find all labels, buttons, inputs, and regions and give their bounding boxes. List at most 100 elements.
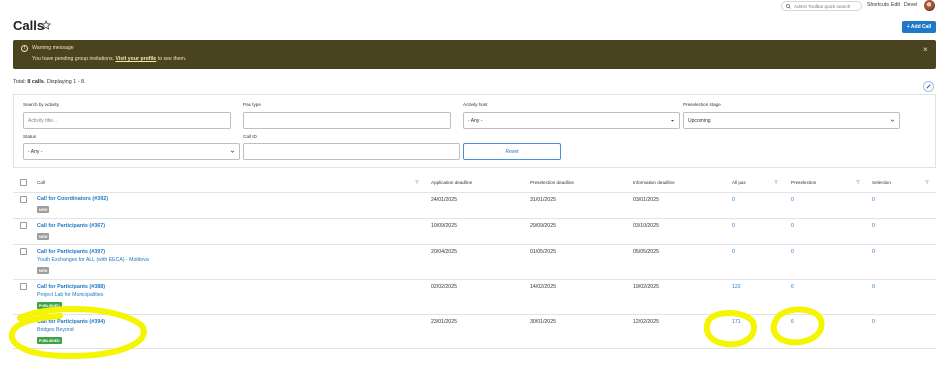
call-id-input[interactable]	[243, 143, 460, 160]
call-id-label: Call ID	[243, 134, 257, 139]
pencil-icon	[926, 84, 931, 89]
chevron-down-icon	[230, 150, 235, 153]
chevron-down-icon	[890, 119, 895, 122]
chevron-down-icon	[671, 120, 674, 122]
call-link[interactable]: Call for Participants (#397)	[37, 249, 105, 255]
activity-link[interactable]: Project Lab for Municipalities	[37, 292, 103, 298]
preselection-count[interactable]: 6	[791, 284, 794, 290]
visit-profile-link[interactable]: Visit your profile	[115, 56, 156, 62]
status-label: Status	[23, 134, 37, 139]
preselection-count[interactable]: 0	[791, 223, 794, 229]
status-value: - Any -	[28, 148, 43, 155]
call-link[interactable]: Call for Participants (#367)	[37, 223, 105, 229]
application-deadline: 10/09/2025	[431, 223, 457, 229]
row-checkbox[interactable]	[20, 196, 27, 203]
status-badge: NEW	[37, 206, 50, 213]
warning-suffix: to see them.	[157, 56, 187, 62]
toolbar-search[interactable]: Admin Toolbar quick search	[781, 1, 862, 11]
application-deadline: 23/01/2025	[431, 319, 457, 325]
activity-link[interactable]: Youth Exchanges for ALL (with EECA) - Mo…	[37, 257, 149, 263]
filter-icon[interactable]	[925, 180, 929, 184]
row-checkbox[interactable]	[20, 283, 27, 290]
call-link[interactable]: Call for Coordinators (#392)	[37, 196, 108, 202]
information-deadline: 12/02/2025	[633, 319, 659, 325]
column-header-all-pax[interactable]: All pax	[732, 180, 746, 185]
all-pax-count[interactable]: 0	[732, 249, 735, 255]
selection-count[interactable]: 0	[872, 197, 875, 203]
warning-icon: !	[21, 45, 28, 52]
row-checkbox[interactable]	[20, 248, 27, 255]
preselection-count[interactable]: 6	[791, 319, 794, 325]
selection-count[interactable]: 0	[872, 284, 875, 290]
preselection-deadline: 14/02/2025	[530, 284, 556, 290]
filter-icon[interactable]	[774, 180, 778, 184]
admin-toolbar: Admin Toolbar quick search Shortcuts Edi…	[0, 0, 945, 12]
application-deadline: 20/04/2025	[431, 249, 457, 255]
filter-panel: Search by activity Activity title... Pax…	[13, 94, 936, 168]
status-badge: PUBLISHED	[37, 337, 62, 344]
preselection-count[interactable]: 0	[791, 249, 794, 255]
all-pax-count[interactable]: 0	[732, 223, 735, 229]
pax-type-input[interactable]	[243, 112, 451, 129]
all-pax-count[interactable]: 0	[732, 197, 735, 203]
edit-view-button[interactable]	[923, 81, 934, 92]
selection-count[interactable]: 0	[872, 223, 875, 229]
preselection-stage-label: Preselection stage	[683, 102, 721, 107]
row-checkbox[interactable]	[20, 318, 27, 325]
application-deadline: 02/02/2025	[431, 284, 457, 290]
warning-title: Warning message	[32, 45, 74, 51]
activity-host-label: Activity host	[463, 102, 488, 107]
divider	[13, 314, 936, 315]
divider	[13, 244, 936, 245]
activity-search-input[interactable]: Activity title...	[23, 112, 231, 129]
column-header-selection[interactable]: Selection	[872, 180, 891, 185]
results-summary: Total: 8 calls. Displaying 1 - 8.	[13, 79, 86, 85]
select-all-checkbox[interactable]	[20, 179, 27, 186]
warning-prefix: You have pending group invitations.	[32, 56, 115, 62]
avatar[interactable]	[924, 0, 935, 11]
call-link[interactable]: Call for Participants (#394)	[37, 319, 105, 325]
information-deadline: 05/05/2025	[633, 249, 659, 255]
search-icon	[786, 3, 791, 9]
divider	[13, 218, 936, 219]
activity-host-select[interactable]: - Any -	[463, 112, 680, 129]
all-pax-count[interactable]: 122	[732, 284, 741, 290]
divider	[13, 279, 936, 280]
all-pax-count[interactable]: 171	[732, 319, 741, 325]
divider	[13, 348, 936, 349]
column-header-application-deadline[interactable]: Application deadline	[431, 180, 472, 185]
column-header-call[interactable]: Call	[37, 180, 45, 185]
column-header-information-deadline[interactable]: Information deadline	[633, 180, 675, 185]
status-badge: NEW	[37, 233, 50, 240]
status-select[interactable]: - Any -	[23, 143, 240, 160]
divider	[13, 192, 936, 193]
activity-link[interactable]: Bridges Beyond	[37, 327, 74, 333]
activity-host-value: - Any -	[468, 117, 483, 124]
filter-icon[interactable]	[856, 180, 860, 184]
information-deadline: 03/10/2025	[633, 223, 659, 229]
information-deadline: 03/01/2025	[633, 197, 659, 203]
total-label: Total:	[13, 79, 26, 85]
preselection-stage-select[interactable]: Upcoming	[683, 112, 900, 129]
preselection-stage-value: Upcoming	[688, 117, 711, 124]
application-deadline: 24/01/2025	[431, 197, 457, 203]
pax-type-label: Pax type	[243, 102, 261, 107]
toolbar-edit-link[interactable]: Edit	[891, 2, 900, 8]
preselection-deadline: 29/09/2025	[530, 223, 556, 229]
selection-count[interactable]: 0	[872, 319, 875, 325]
row-checkbox[interactable]	[20, 222, 27, 229]
column-header-preselection[interactable]: Preselection	[791, 180, 816, 185]
selection-count[interactable]: 0	[872, 249, 875, 255]
call-link[interactable]: Call for Participants (#388)	[37, 284, 105, 290]
add-call-button[interactable]: + Add Call	[902, 21, 936, 33]
close-icon[interactable]: ×	[923, 45, 928, 54]
toolbar-shortcuts-link[interactable]: Shortcuts	[867, 2, 889, 8]
toolbar-devel-link[interactable]: Devel	[904, 2, 917, 8]
highlight-circle	[703, 310, 757, 348]
reset-button[interactable]: Reset	[463, 143, 561, 160]
preselection-count[interactable]: 0	[791, 197, 794, 203]
filter-icon[interactable]	[415, 180, 419, 184]
toolbar-search-placeholder: Admin Toolbar quick search	[794, 3, 851, 9]
star-icon[interactable]	[41, 20, 51, 30]
column-header-preselection-deadline[interactable]: Preselection deadline	[530, 180, 574, 185]
